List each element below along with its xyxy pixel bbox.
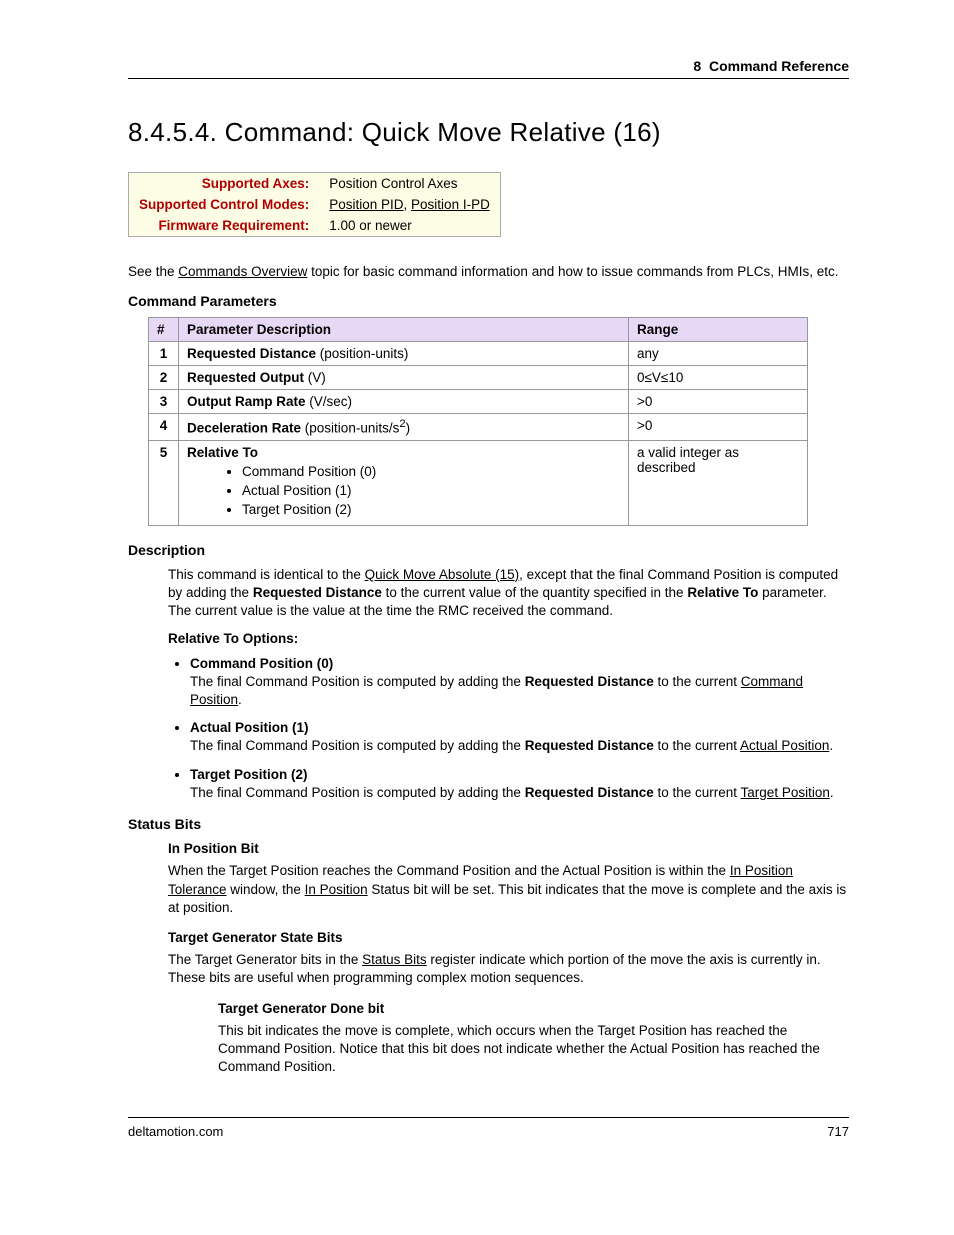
- page-footer: deltamotion.com 717: [128, 1117, 849, 1139]
- relative-to-options-heading: Relative To Options:: [168, 630, 849, 648]
- in-position-link[interactable]: In Position: [305, 882, 368, 897]
- section-number: 8.4.5.4.: [128, 117, 217, 147]
- table-row: 5 Relative To Command Position (0) Actua…: [149, 440, 808, 525]
- relative-to-options-list: Command Position (0) The final Command P…: [128, 655, 849, 803]
- target-generator-done-heading: Target Generator Done bit: [218, 1000, 849, 1018]
- chapter-title: Command Reference: [709, 58, 849, 74]
- description-heading: Description: [128, 542, 849, 558]
- status-bits-link[interactable]: Status Bits: [362, 952, 427, 967]
- col-range: Range: [629, 318, 808, 342]
- firmware-value: 1.00 or newer: [319, 215, 500, 237]
- target-generator-state-heading: Target Generator State Bits: [168, 929, 849, 947]
- in-position-paragraph: When the Target Position reaches the Com…: [168, 862, 849, 917]
- target-generator-state-paragraph: The Target Generator bits in the Status …: [168, 951, 849, 987]
- target-position-link[interactable]: Target Position: [741, 785, 830, 800]
- table-row: 3 Output Ramp Rate (V/sec) >0: [149, 390, 808, 414]
- quick-move-absolute-link[interactable]: Quick Move Absolute (15): [365, 567, 520, 582]
- table-row: 2 Requested Output (V) 0≤V≤10: [149, 366, 808, 390]
- status-bits-heading: Status Bits: [128, 816, 849, 832]
- chapter-number: 8: [693, 58, 701, 74]
- supported-modes-label: Supported Control Modes:: [129, 194, 320, 215]
- position-pid-link[interactable]: Position PID: [329, 197, 403, 212]
- firmware-label: Firmware Requirement:: [129, 215, 320, 237]
- description-paragraph: This command is identical to the Quick M…: [168, 566, 849, 621]
- option-target-position: Target Position (2) The final Command Po…: [190, 766, 849, 802]
- page-header: 8 Command Reference: [128, 58, 849, 79]
- option-actual-position: Actual Position (1) The final Command Po…: [190, 719, 849, 755]
- commands-overview-link[interactable]: Commands Overview: [178, 264, 307, 279]
- command-parameters-heading: Command Parameters: [128, 293, 849, 309]
- section-title: Command: Quick Move Relative (16): [225, 117, 661, 147]
- info-table: Supported Axes: Position Control Axes Su…: [128, 172, 501, 237]
- col-number: #: [149, 318, 179, 342]
- list-item: Command Position (0): [242, 464, 620, 479]
- parameter-table: # Parameter Description Range 1 Requeste…: [148, 317, 808, 526]
- supported-modes-value: Position PID, Position I-PD: [319, 194, 500, 215]
- col-description: Parameter Description: [179, 318, 629, 342]
- intro-paragraph: See the Commands Overview topic for basi…: [128, 263, 849, 281]
- footer-site: deltamotion.com: [128, 1124, 223, 1139]
- list-item: Actual Position (1): [242, 483, 620, 498]
- list-item: Target Position (2): [242, 502, 620, 517]
- option-command-position: Command Position (0) The final Command P…: [190, 655, 849, 710]
- page-title: 8.4.5.4. Command: Quick Move Relative (1…: [128, 117, 849, 148]
- supported-axes-value: Position Control Axes: [319, 173, 500, 195]
- actual-position-link[interactable]: Actual Position: [740, 738, 829, 753]
- table-row: 1 Requested Distance (position-units) an…: [149, 342, 808, 366]
- table-row: 4 Deceleration Rate (position-units/s2) …: [149, 414, 808, 441]
- footer-page-number: 717: [827, 1124, 849, 1139]
- position-ipd-link[interactable]: Position I-PD: [411, 197, 490, 212]
- supported-axes-label: Supported Axes:: [129, 173, 320, 195]
- in-position-bit-heading: In Position Bit: [168, 840, 849, 858]
- target-generator-done-paragraph: This bit indicates the move is complete,…: [218, 1022, 849, 1077]
